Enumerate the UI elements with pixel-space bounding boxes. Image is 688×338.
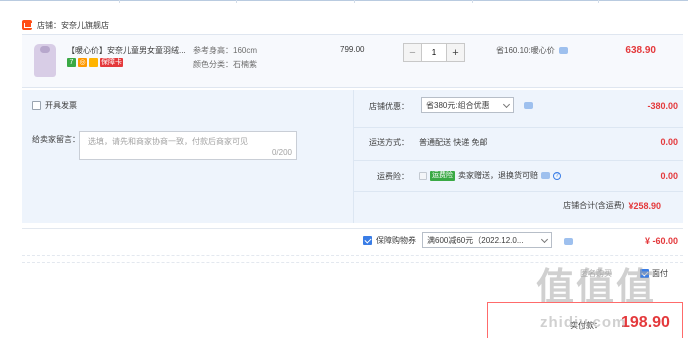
shop-total: 店铺合计(含运费) ¥258.90 bbox=[563, 200, 661, 211]
chevron-down-icon bbox=[540, 235, 549, 243]
unit-price: 799.00 bbox=[340, 45, 365, 54]
top-divider bbox=[0, 0, 688, 3]
seven-day-return-badge-icon: 7 bbox=[67, 58, 76, 67]
face-pay-label: 面付 bbox=[652, 269, 668, 278]
message-char-count: 0/200 bbox=[271, 148, 292, 157]
shop-total-value: ¥258.90 bbox=[628, 200, 661, 211]
insurance-tag: 运费险 bbox=[430, 170, 455, 181]
shop-name[interactable]: 安奈儿旗舰店 bbox=[61, 20, 109, 31]
savings-info: 省160.10:暖心价 bbox=[496, 45, 568, 56]
shop-discount-amount: -380.00 bbox=[647, 101, 678, 111]
spec-color-label: 颜色分类： bbox=[193, 60, 233, 69]
message-field-wrapper: 0/200 bbox=[79, 131, 297, 160]
chat-bubble-icon[interactable] bbox=[524, 102, 533, 109]
chevron-down-icon bbox=[502, 100, 511, 108]
coupon-option[interactable]: 保障购物券 bbox=[363, 235, 416, 246]
insurance-info: 运费险 卖家赠送，退换货可赔 ? bbox=[419, 170, 561, 181]
spec-color: 颜色分类：石楠紫 bbox=[193, 59, 313, 70]
shop-discount-label: 店铺优惠： bbox=[369, 102, 409, 111]
service-badges: 7 ◎ ▭ 保障卡 bbox=[67, 58, 123, 67]
shipping-label: 运送方式： bbox=[369, 138, 409, 147]
coupon-row: 保障购物券 满600减60元（2022.12.0... ¥ -60.00 bbox=[22, 228, 683, 256]
product-thumbnail[interactable] bbox=[34, 44, 56, 77]
product-title[interactable]: 【暖心价】安奈儿童男女童羽绒... bbox=[67, 45, 187, 56]
coupon-amount: ¥ -60.00 bbox=[644, 236, 678, 246]
quantity-input[interactable] bbox=[422, 43, 446, 62]
invoice-checkbox[interactable] bbox=[32, 101, 41, 110]
spec-height-value: 160cm bbox=[233, 46, 258, 55]
insurance-label: 运费险： bbox=[377, 172, 409, 181]
quantity-stepper: − + bbox=[403, 43, 465, 62]
insurance-value: 卖家赠送，退换货可赔 bbox=[458, 171, 538, 180]
card-badge-icon: ▭ bbox=[89, 58, 98, 67]
chat-bubble-icon[interactable] bbox=[564, 238, 573, 245]
invoice-label: 开具发票 bbox=[45, 101, 77, 110]
help-icon[interactable]: ? bbox=[553, 171, 561, 180]
watermark-url: zhidiy.com bbox=[540, 314, 627, 331]
shipping-value: 普通配送 快递 免邮 bbox=[419, 138, 488, 147]
message-field[interactable] bbox=[80, 132, 296, 159]
store-icon bbox=[22, 20, 32, 30]
item-total: 638.90 bbox=[625, 45, 656, 56]
pay-amount: 198.90 bbox=[621, 314, 670, 331]
shop-header: 店铺： 安奈儿旗舰店 bbox=[22, 18, 109, 32]
quantity-decrease-button[interactable]: − bbox=[403, 43, 422, 62]
protection-badge: 保障卡 bbox=[100, 58, 123, 67]
insurance-checkbox bbox=[419, 171, 427, 180]
coupon-value: 满600减60元（2022.12.0... bbox=[427, 235, 524, 245]
spec-height: 参考身高：160cm bbox=[193, 45, 313, 56]
insurance-amount: 0.00 bbox=[660, 171, 678, 181]
cart-item-row: 【暖心价】安奈儿童男女童羽绒... 7 ◎ ▭ 保障卡 参考身高：160cm 颜… bbox=[22, 34, 683, 88]
spec-height-label: 参考身高： bbox=[193, 46, 233, 55]
shop-label: 店铺： bbox=[37, 20, 61, 30]
invoice-option[interactable]: 开具发票 bbox=[32, 100, 77, 111]
chat-bubble-icon[interactable] bbox=[558, 47, 568, 54]
coupon-select[interactable]: 满600减60元（2022.12.0... bbox=[422, 232, 552, 248]
spec-color-value: 石楠紫 bbox=[233, 60, 257, 69]
guarantee-badge-icon: ◎ bbox=[78, 58, 87, 67]
shipping-amount: 0.00 bbox=[660, 137, 678, 147]
shop-discount-select[interactable]: 省380元:组合优惠 bbox=[421, 97, 514, 113]
coupon-label: 保障购物券 bbox=[376, 236, 416, 245]
coupon-checkbox[interactable] bbox=[363, 236, 372, 245]
shop-discount-value: 省380元:组合优惠 bbox=[426, 100, 490, 110]
savings-text: 省160.10:暖心价 bbox=[496, 46, 555, 55]
chat-bubble-icon[interactable] bbox=[541, 172, 550, 179]
quantity-increase-button[interactable]: + bbox=[446, 43, 465, 62]
shop-total-label: 店铺合计(含运费) bbox=[563, 201, 625, 210]
message-label: 给卖家留言： bbox=[32, 135, 80, 144]
